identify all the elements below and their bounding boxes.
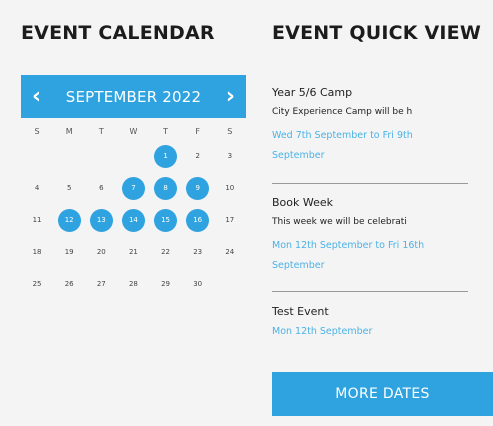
calendar-day-cell[interactable]: 29 xyxy=(150,273,182,296)
calendar-day-cell[interactable]: 7 xyxy=(117,176,149,200)
calendar-day-event[interactable]: 7 xyxy=(121,176,145,200)
calendar-day[interactable]: 11 xyxy=(26,209,49,232)
calendar-day-event[interactable]: 14 xyxy=(121,208,145,232)
calendar-day[interactable]: 27 xyxy=(90,273,113,296)
chevron-left-icon[interactable]: ‹ xyxy=(32,85,41,108)
calendar-day-cell[interactable]: 10 xyxy=(214,177,246,200)
event-date-link[interactable]: Mon 12th September xyxy=(272,322,468,342)
calendar-day[interactable]: 25 xyxy=(26,273,49,296)
calendar-day[interactable]: 18 xyxy=(26,241,49,264)
calendar-day[interactable]: 28 xyxy=(122,273,145,296)
calendar-day[interactable]: 22 xyxy=(154,241,177,264)
calendar-day-cell[interactable]: 13 xyxy=(85,208,117,232)
calendar-weeks: 1 2 3 4 5 6 7 8 9 10 11 12 13 14 15 16 17 18 19 20 21 22 23 24 2… xyxy=(21,140,246,300)
calendar-day-cell[interactable]: 28 xyxy=(117,273,149,296)
calendar-day-cell[interactable]: 15 xyxy=(150,208,182,232)
calendar-day[interactable]: 6 xyxy=(90,177,113,200)
event-title: Test Event xyxy=(272,305,329,318)
event-calendar-title: EVENT CALENDAR xyxy=(21,22,215,44)
chevron-right-icon[interactable]: › xyxy=(226,85,235,108)
calendar-day-cell[interactable]: 8 xyxy=(150,176,182,200)
calendar-day[interactable]: 2 xyxy=(186,145,209,168)
calendar-day-cell[interactable]: 6 xyxy=(85,177,117,200)
calendar-day-cell[interactable]: 12 xyxy=(53,208,85,232)
weekday-row: S M T W T F S xyxy=(21,122,246,140)
weekday-label: S xyxy=(34,126,40,136)
calendar-day[interactable]: 19 xyxy=(58,241,81,264)
calendar-day-event[interactable]: 8 xyxy=(154,176,178,200)
calendar-day-cell[interactable]: 21 xyxy=(117,241,149,264)
calendar-day-cell[interactable]: 4 xyxy=(21,177,53,200)
calendar-day-event[interactable]: 15 xyxy=(154,208,178,232)
calendar-day-cell[interactable]: 11 xyxy=(21,209,53,232)
weekday-label: W xyxy=(129,126,138,136)
calendar-day-cell[interactable]: 16 xyxy=(182,208,214,232)
calendar-header: ‹ SEPTEMBER 2022 › xyxy=(21,75,246,118)
calendar-day-cell[interactable]: 9 xyxy=(182,176,214,200)
calendar-day[interactable]: 21 xyxy=(122,241,145,264)
calendar-day-event[interactable]: 1 xyxy=(154,144,178,168)
weekday-label: S xyxy=(227,126,233,136)
event-description: This week we will be celebrati xyxy=(272,217,407,227)
event-quick-view-title: EVENT QUICK VIEW xyxy=(272,22,481,44)
calendar-day-event[interactable]: 13 xyxy=(89,208,113,232)
more-dates-button[interactable]: MORE DATES xyxy=(272,372,493,416)
calendar-day[interactable]: 20 xyxy=(90,241,113,264)
calendar-day-cell[interactable]: 27 xyxy=(85,273,117,296)
calendar-week-row: 4 5 6 7 8 9 10 xyxy=(21,172,246,204)
calendar-week-row: 25 26 27 28 29 30 xyxy=(21,268,246,300)
calendar-day[interactable]: 10 xyxy=(218,177,241,200)
weekday-label: T xyxy=(163,126,168,136)
calendar-day[interactable]: 5 xyxy=(58,177,81,200)
calendar-day-cell[interactable]: 24 xyxy=(214,241,246,264)
event-item[interactable]: Year 5/6 Camp City Experience Camp will … xyxy=(272,86,468,166)
calendar-week-row: 18 19 20 21 22 23 24 xyxy=(21,236,246,268)
calendar-day[interactable]: 24 xyxy=(218,241,241,264)
event-item[interactable]: Test Event Mon 12th September xyxy=(272,305,468,342)
calendar-day-cell[interactable]: 23 xyxy=(182,241,214,264)
calendar-day[interactable]: 17 xyxy=(218,209,241,232)
calendar-day-cell[interactable]: 22 xyxy=(150,241,182,264)
weekday-label: T xyxy=(98,126,104,136)
event-title: Book Week xyxy=(272,196,334,209)
calendar-day[interactable]: 29 xyxy=(154,273,177,296)
event-date-link[interactable]: Mon 12th September to Fri 16th September xyxy=(272,236,468,276)
calendar-day-event[interactable]: 9 xyxy=(186,176,210,200)
calendar-day-cell[interactable]: 14 xyxy=(117,208,149,232)
calendar-day-cell[interactable]: 26 xyxy=(53,273,85,296)
event-title: Year 5/6 Camp xyxy=(272,86,353,99)
calendar-day-cell[interactable]: 1 xyxy=(150,144,182,168)
calendar-day[interactable]: 23 xyxy=(186,241,209,264)
event-description: City Experience Camp will be h xyxy=(272,107,413,117)
calendar-day-cell[interactable]: 3 xyxy=(214,145,246,168)
calendar-day-cell[interactable]: 18 xyxy=(21,241,53,264)
calendar-day[interactable]: 26 xyxy=(58,273,81,296)
calendar-day-cell[interactable]: 20 xyxy=(85,241,117,264)
calendar-day-cell[interactable]: 25 xyxy=(21,273,53,296)
weekday-label: M xyxy=(65,126,73,136)
calendar-day-event[interactable]: 12 xyxy=(57,208,81,232)
event-date-link[interactable]: Wed 7th September to Fri 9th September xyxy=(272,126,468,166)
calendar-day-cell[interactable]: 30 xyxy=(182,273,214,296)
calendar-month-label: SEPTEMBER 2022 xyxy=(65,87,202,106)
calendar-day[interactable]: 4 xyxy=(26,177,49,200)
calendar-day-cell[interactable]: 2 xyxy=(182,145,214,168)
calendar-grid: S M T W T F S 1 2 3 4 5 6 7 8 9 10 11 12 13 14 15 16 17 1… xyxy=(21,122,246,300)
calendar-day[interactable]: 30 xyxy=(186,273,209,296)
calendar-week-row: 11 12 13 14 15 16 17 xyxy=(21,204,246,236)
calendar-day-event[interactable]: 16 xyxy=(186,208,210,232)
calendar-day[interactable]: 3 xyxy=(218,145,241,168)
calendar-day-cell[interactable]: 5 xyxy=(53,177,85,200)
calendar-week-row: 123 xyxy=(21,140,246,172)
divider xyxy=(272,291,468,292)
weekday-label: F xyxy=(195,126,200,136)
calendar-day-cell[interactable]: 19 xyxy=(53,241,85,264)
divider xyxy=(272,183,468,184)
calendar-day-cell[interactable]: 17 xyxy=(214,209,246,232)
event-item[interactable]: Book Week This week we will be celebrati… xyxy=(272,196,468,276)
